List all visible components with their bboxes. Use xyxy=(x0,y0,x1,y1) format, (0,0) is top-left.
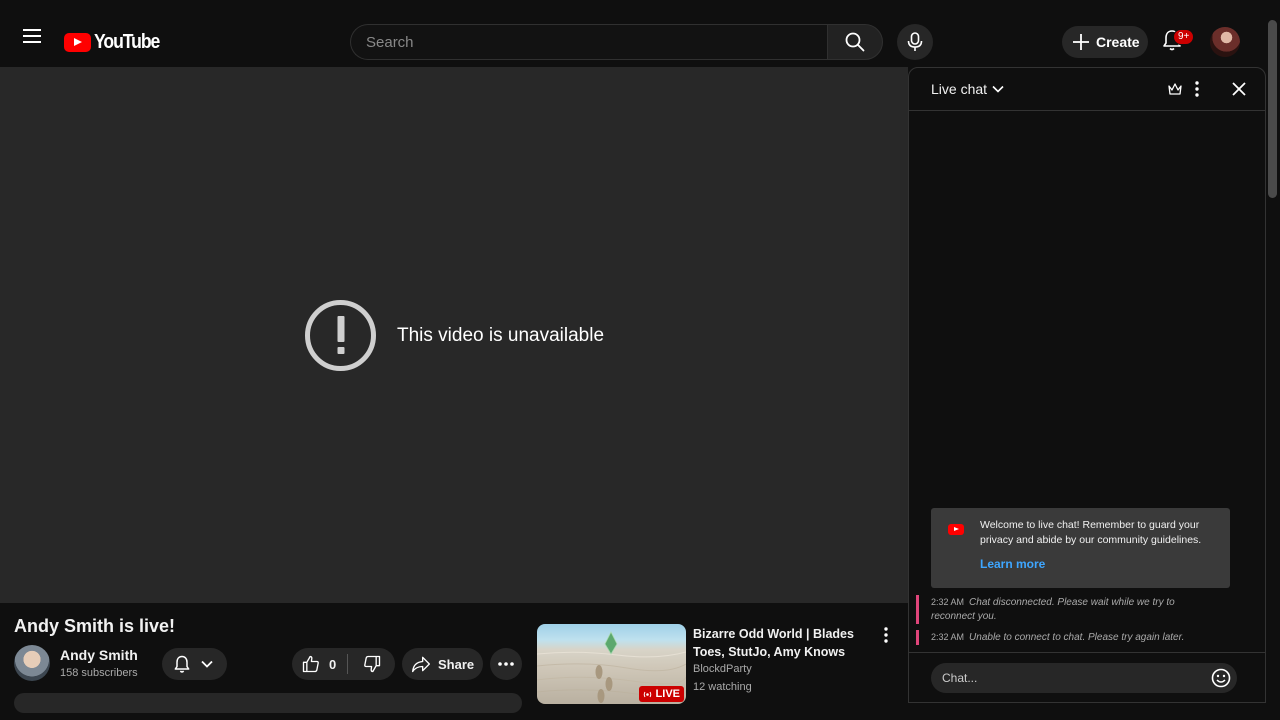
like-count: 0 xyxy=(329,656,337,672)
message-text: Unable to connect to chat. Please try ag… xyxy=(969,632,1185,643)
microphone-icon xyxy=(907,32,923,51)
more-actions-button[interactable] xyxy=(490,648,522,680)
system-message: 2:32 AM Unable to connect to chat. Please… xyxy=(916,630,1216,645)
channel-name[interactable]: Andy Smith xyxy=(60,647,138,663)
menu-icon[interactable] xyxy=(14,18,50,54)
welcome-banner: Welcome to live chat! Remember to guard … xyxy=(931,508,1230,588)
voice-search-button[interactable] xyxy=(897,24,933,60)
chat-input-wrapper xyxy=(931,663,1237,693)
youtube-icon xyxy=(948,524,964,535)
search-box xyxy=(350,24,828,60)
bell-icon xyxy=(174,655,190,673)
live-chat-panel: Live chat Welcome to live chat! Remember… xyxy=(908,67,1266,703)
create-label: Create xyxy=(1096,34,1140,50)
message-text: Chat disconnected. Please wait while we … xyxy=(931,597,1175,622)
close-icon[interactable] xyxy=(1231,81,1247,97)
chat-more-icon[interactable] xyxy=(1195,80,1199,98)
like-dislike-group: 0 xyxy=(292,648,395,680)
live-label: LIVE xyxy=(655,688,680,700)
subscriber-count: 158 subscribers xyxy=(60,667,138,679)
emoji-icon[interactable] xyxy=(1210,667,1232,689)
share-button[interactable]: Share xyxy=(402,648,483,680)
recommended-video-thumbnail[interactable]: LIVE xyxy=(537,624,686,704)
error-text: This video is unavailable xyxy=(397,324,605,346)
top-bar: YouTube Create 9+ xyxy=(0,0,1280,67)
thumbs-up-icon xyxy=(302,655,319,673)
channel-avatar[interactable] xyxy=(14,645,50,681)
share-label: Share xyxy=(438,656,475,672)
search-button[interactable] xyxy=(827,24,883,60)
search-input[interactable] xyxy=(351,25,828,59)
system-message: 2:32 AM Chat disconnected. Please wait wh… xyxy=(916,595,1216,624)
crown-icon[interactable] xyxy=(1167,81,1183,97)
more-vertical-icon xyxy=(884,627,888,643)
recommended-video-menu-button[interactable] xyxy=(877,625,895,645)
chevron-down-icon xyxy=(992,85,1004,93)
message-time: 2:32 AM xyxy=(931,632,965,642)
create-button[interactable]: Create xyxy=(1062,26,1148,58)
learn-more-link[interactable]: Learn more xyxy=(980,557,1045,571)
description-box[interactable] xyxy=(14,693,522,713)
chat-input-area xyxy=(909,652,1265,702)
page-scrollbar-thumb[interactable] xyxy=(1268,20,1277,198)
welcome-text: Welcome to live chat! Remember to guard … xyxy=(980,519,1202,546)
live-broadcast-icon xyxy=(643,691,651,697)
chat-input[interactable] xyxy=(931,663,1201,693)
share-icon xyxy=(412,656,430,673)
like-button[interactable]: 0 xyxy=(292,648,347,680)
exclamation-icon xyxy=(305,300,376,371)
account-avatar[interactable] xyxy=(1210,27,1240,57)
thumbs-down-icon xyxy=(363,655,380,673)
video-player[interactable]: This video is unavailable xyxy=(0,67,908,603)
notification-badge: 9+ xyxy=(1173,29,1195,45)
more-horizontal-icon xyxy=(498,662,514,666)
recommended-video-viewers: 12 watching xyxy=(693,681,752,693)
unavailable-message: This video is unavailable xyxy=(305,300,604,371)
recommended-video-channel[interactable]: BlockdParty xyxy=(693,663,752,675)
message-time: 2:32 AM xyxy=(931,597,965,607)
video-title: Andy Smith is live! xyxy=(14,616,176,636)
chat-mode-dropdown[interactable]: Live chat xyxy=(931,81,1005,97)
chat-title: Live chat xyxy=(931,81,988,97)
youtube-play-icon xyxy=(64,33,91,52)
dislike-button[interactable] xyxy=(348,648,395,680)
plus-icon xyxy=(1073,34,1089,50)
logo-text: YouTube xyxy=(94,31,160,53)
chat-header: Live chat xyxy=(909,68,1265,111)
search-icon xyxy=(845,32,865,52)
youtube-logo[interactable]: YouTube xyxy=(64,31,168,54)
live-badge: LIVE xyxy=(638,686,684,702)
recommended-video-title[interactable]: Bizarre Odd World | Blades Toes, StutJo,… xyxy=(693,625,873,661)
chevron-down-icon xyxy=(201,660,213,668)
notification-preference-button[interactable] xyxy=(162,648,227,680)
